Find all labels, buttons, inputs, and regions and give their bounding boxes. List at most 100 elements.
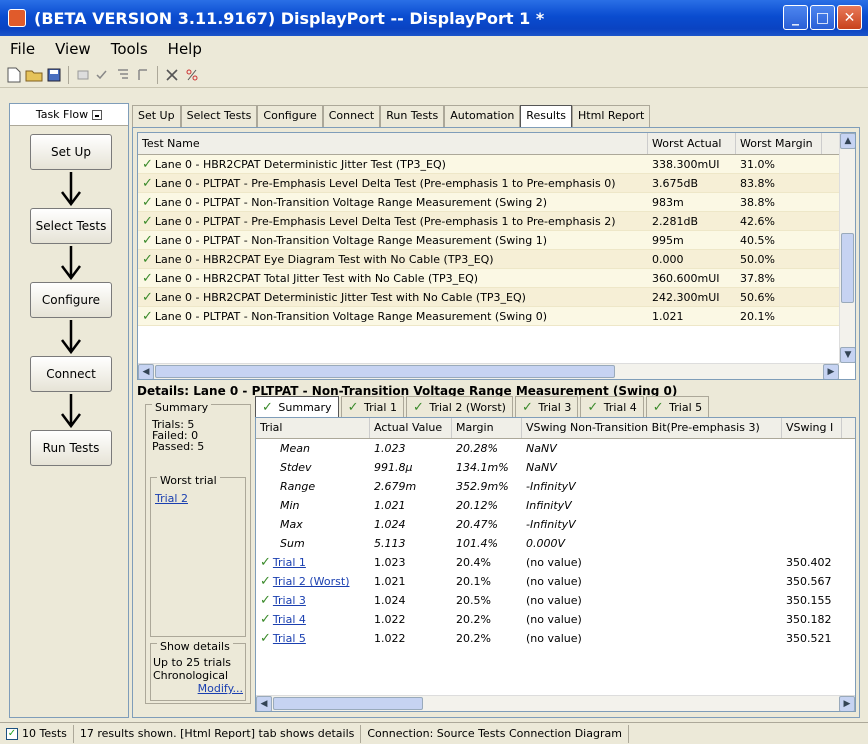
table-row[interactable]: ✓ Lane 0 - HBR2CPAT Deterministic Jitter …	[138, 155, 855, 174]
trial-link[interactable]: Trial 4	[273, 613, 306, 626]
show-details-group: Show details Up to 25 trials Chronologic…	[150, 640, 246, 701]
menu-help[interactable]: Help	[158, 40, 212, 58]
tab-select-tests[interactable]: Select Tests	[180, 105, 258, 127]
save-icon[interactable]	[44, 65, 64, 85]
step-connect[interactable]: Connect	[30, 356, 112, 392]
results-horizontal-scrollbar[interactable]: ◀ ▶	[138, 363, 839, 379]
scroll-thumb[interactable]	[841, 233, 854, 303]
percent-icon[interactable]	[182, 65, 202, 85]
tab-trial-2[interactable]: ✓ Trial 2 (Worst)	[405, 396, 513, 418]
trial-row[interactable]: ✓ Trial 5 1.022 20.2% (no value) 350.521	[256, 629, 855, 648]
tab-set-up[interactable]: Set Up	[132, 105, 181, 127]
step-select-tests[interactable]: Select Tests	[30, 208, 112, 244]
trial-vswing-bit: (no value)	[526, 575, 582, 588]
pass-check-icon: ✓	[260, 593, 271, 608]
new-file-icon[interactable]	[4, 65, 24, 85]
trial-vswing: 350.155	[786, 594, 832, 607]
open-folder-icon[interactable]	[24, 65, 44, 85]
trial-margin: 20.5%	[456, 594, 491, 607]
tab-trial-5[interactable]: ✓ Trial 5	[645, 396, 710, 418]
tests-count-cell[interactable]: ✓ 10 Tests	[0, 724, 74, 743]
trial-row[interactable]: ✓ Trial 4 1.022 20.2% (no value) 350.182	[256, 610, 855, 629]
tab-html-report[interactable]: Html Report	[572, 105, 651, 127]
step-run-tests[interactable]: Run Tests	[30, 430, 112, 466]
test-name: Lane 0 - HBR2CPAT Deterministic Jitter T…	[154, 157, 446, 171]
minimize-panel-icon[interactable]	[92, 109, 103, 120]
trial-row[interactable]: ✓ Trial 1 1.023 20.4% (no value) 350.402	[256, 553, 855, 572]
arrow-down-icon	[61, 320, 81, 355]
stat-vswing: InfinityV	[526, 499, 572, 512]
worst-margin: 20.1%	[740, 309, 775, 323]
table-row[interactable]: ✓ Lane 0 - PLTPAT - Pre-Emphasis Level De…	[138, 174, 855, 193]
scroll-right-icon[interactable]: ▶	[823, 364, 839, 379]
trial-row[interactable]: ✓ Trial 2 (Worst) 1.021 20.1% (no value) 350.…	[256, 572, 855, 591]
tab-trial-4[interactable]: ✓ Trial 4	[580, 396, 644, 418]
step-icon[interactable]	[133, 65, 153, 85]
delete-icon[interactable]	[162, 65, 182, 85]
table-row[interactable]: ✓ Lane 0 - PLTPAT - Pre-Emphasis Level De…	[138, 212, 855, 231]
scroll-left-icon[interactable]: ◀	[138, 364, 154, 379]
col-trial[interactable]: Trial	[256, 418, 370, 438]
pass-check-icon: ✓	[260, 555, 271, 570]
menu-tools[interactable]: Tools	[101, 40, 158, 58]
worst-trial-link[interactable]: Trial 2	[155, 492, 188, 505]
tab-connect[interactable]: Connect	[322, 105, 381, 127]
tab-results[interactable]: Results	[520, 105, 573, 127]
trial-link[interactable]: Trial 5	[273, 632, 306, 645]
col-worst-margin[interactable]: Worst Margin	[736, 133, 822, 154]
trial-link[interactable]: Trial 3	[273, 594, 306, 607]
col-margin[interactable]: Margin	[452, 418, 522, 438]
checkbox-checked-icon[interactable]: ✓	[6, 727, 18, 740]
filter-icon[interactable]	[113, 65, 133, 85]
trial-link[interactable]: Trial 2 (Worst)	[273, 575, 350, 588]
scroll-thumb[interactable]	[155, 365, 615, 378]
connection-status[interactable]: Connection: Source Tests Connection Diag…	[361, 724, 629, 743]
stat-margin: 20.28%	[456, 442, 498, 455]
step-set-up[interactable]: Set Up	[30, 134, 112, 170]
step-configure[interactable]: Configure	[30, 282, 112, 318]
tab-configure[interactable]: Configure	[257, 105, 323, 127]
minimize-icon[interactable]: _	[783, 5, 808, 30]
scroll-up-icon[interactable]: ▲	[840, 133, 855, 149]
modify-link[interactable]: Modify...	[198, 682, 243, 695]
table-row[interactable]: ✓ Lane 0 - PLTPAT - Non-Transition Voltag…	[138, 193, 855, 212]
scroll-left-icon[interactable]: ◀	[256, 696, 272, 711]
select-tests-icon[interactable]	[93, 65, 113, 85]
details-horizontal-scrollbar[interactable]: ◀ ▶	[256, 695, 855, 711]
tab-trial-3[interactable]: ✓ Trial 3	[514, 396, 579, 418]
stat-name: Min	[280, 499, 300, 512]
tab-summary[interactable]: ✓ Summary	[255, 396, 339, 418]
col-actual-value[interactable]: Actual Value	[370, 418, 452, 438]
table-row[interactable]: ✓ Lane 0 - PLTPAT - Non-Transition Voltag…	[138, 231, 855, 250]
scroll-right-icon[interactable]: ▶	[839, 696, 855, 711]
stat-row: Min 1.021 20.12% InfinityV	[256, 496, 855, 515]
scroll-down-icon[interactable]: ▼	[840, 347, 855, 363]
tab-automation[interactable]: Automation	[444, 105, 521, 127]
trial-link[interactable]: Trial 1	[273, 556, 306, 569]
test-name: Lane 0 - PLTPAT - Pre-Emphasis Level Del…	[154, 214, 616, 228]
tab-trial-1[interactable]: ✓ Trial 1	[340, 396, 404, 418]
table-row[interactable]: ✓ Lane 0 - HBR2CPAT Eye Diagram Test with…	[138, 250, 855, 269]
run-icon[interactable]	[73, 65, 93, 85]
title-bar: (BETA VERSION 3.11.9167) DisplayPort -- …	[0, 0, 868, 36]
table-row-selected[interactable]: ✓ Lane 0 - PLTPAT - Non-Transition Voltag…	[138, 307, 855, 326]
tab-label: Trial 2 (Worst)	[429, 401, 506, 414]
close-icon[interactable]: ✕	[837, 5, 862, 30]
col-test-name[interactable]: Test Name	[138, 133, 648, 154]
scroll-thumb[interactable]	[273, 697, 423, 710]
maximize-icon[interactable]: □	[810, 5, 835, 30]
worst-actual: 242.300mUI	[652, 290, 720, 304]
results-vertical-scrollbar[interactable]: ▲ ▼	[839, 133, 855, 363]
table-row[interactable]: ✓ Lane 0 - HBR2CPAT Deterministic Jitter …	[138, 288, 855, 307]
tab-run-tests[interactable]: Run Tests	[380, 105, 445, 127]
trial-row[interactable]: ✓ Trial 3 1.024 20.5% (no value) 350.155	[256, 591, 855, 610]
menu-file[interactable]: File	[0, 40, 45, 58]
summary-legend: Summary	[152, 401, 212, 414]
pass-check-icon: ✓	[142, 289, 153, 305]
menu-view[interactable]: View	[45, 40, 101, 58]
col-worst-actual[interactable]: Worst Actual	[648, 133, 736, 154]
col-vswing-bit[interactable]: VSwing Non-Transition Bit(Pre-emphasis 3…	[522, 418, 782, 438]
col-vswing[interactable]: VSwing I	[782, 418, 842, 438]
stat-name: Stdev	[280, 461, 312, 474]
table-row[interactable]: ✓ Lane 0 - HBR2CPAT Total Jitter Test wit…	[138, 269, 855, 288]
